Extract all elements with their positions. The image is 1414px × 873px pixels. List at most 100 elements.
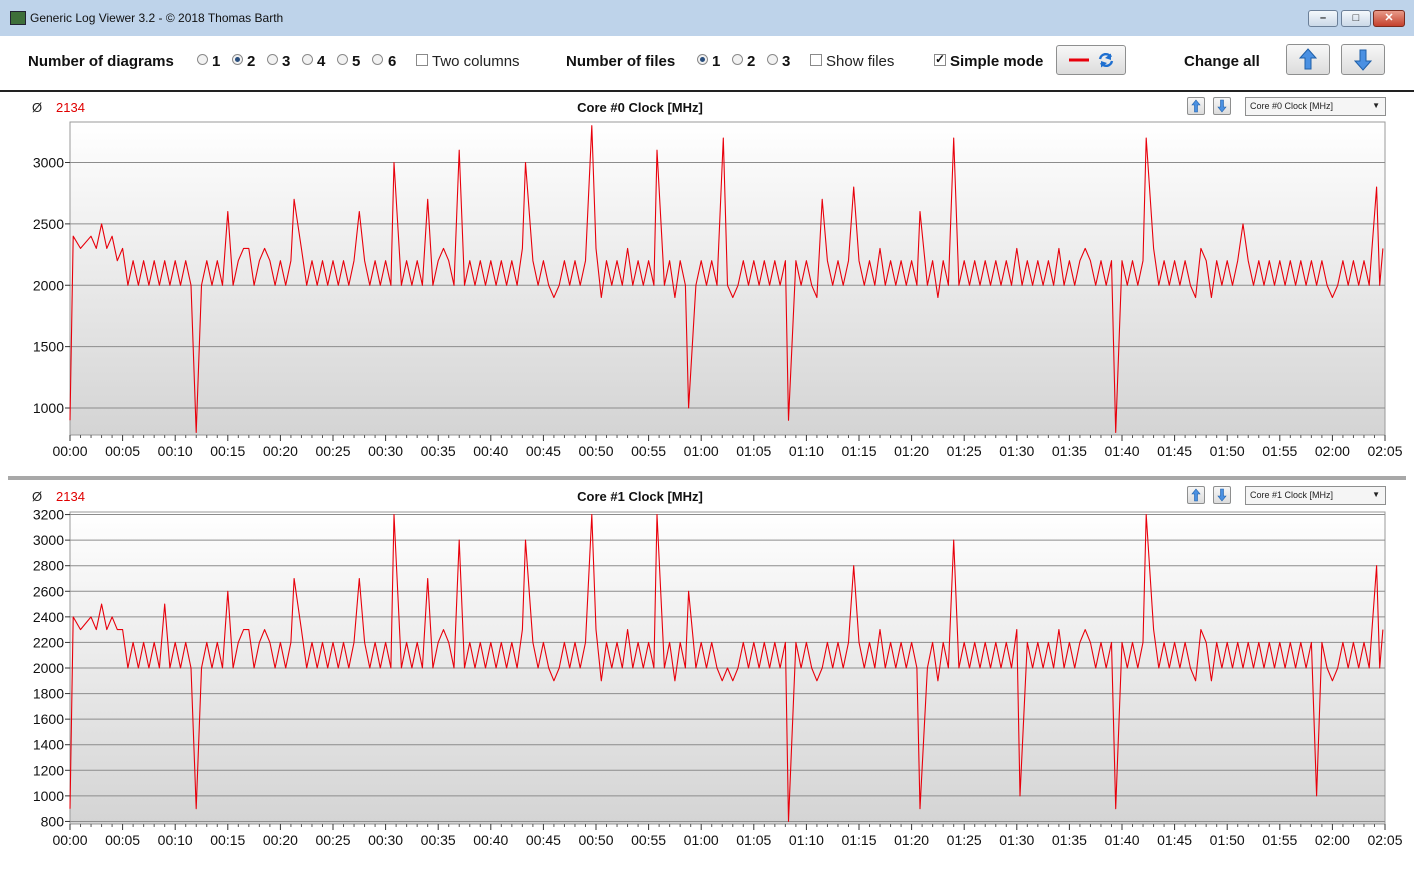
arrow-up-icon <box>1298 48 1318 70</box>
maximize-icon: □ <box>1352 12 1360 24</box>
simple-mode-label: Simple mode <box>950 53 1044 70</box>
move-up-all-button[interactable] <box>1286 44 1330 75</box>
diagrams-radio-3-label: 3 <box>282 53 291 70</box>
x-tick-label: 00:20 <box>263 443 298 459</box>
x-tick-label: 00:15 <box>210 832 245 848</box>
app-icon <box>10 11 26 25</box>
change-all-label: Change all <box>1184 53 1260 70</box>
x-tick-label: 01:30 <box>999 443 1034 459</box>
x-tick-label: 00:25 <box>315 443 350 459</box>
files-radio-2[interactable] <box>732 54 743 65</box>
x-tick-label: 01:30 <box>999 832 1034 848</box>
x-tick-label: 01:20 <box>894 832 929 848</box>
x-tick-label: 01:45 <box>1157 832 1192 848</box>
y-tick-label: 1500 <box>33 339 64 355</box>
x-tick-label: 00:40 <box>473 832 508 848</box>
files-radio-2-label: 2 <box>747 53 756 70</box>
diagrams-radio-5[interactable] <box>337 54 348 65</box>
files-radio-3[interactable] <box>767 54 778 65</box>
y-tick-label: 2000 <box>33 660 64 676</box>
x-tick-label: 00:50 <box>578 832 613 848</box>
simple-mode-checkbox[interactable] <box>934 52 946 66</box>
x-tick-label: 01:50 <box>1210 832 1245 848</box>
x-tick-label: 00:05 <box>105 832 140 848</box>
diagrams-radio-1-label: 1 <box>212 53 221 70</box>
y-tick-label: 1200 <box>33 762 64 778</box>
core1-chart: 800 1000 1200 1400 1600 1800 2000 2200 2400 2600 2… <box>33 507 1403 848</box>
y-tick-label: 2200 <box>33 634 64 650</box>
maximize-button[interactable]: □ <box>1341 10 1371 27</box>
minimize-icon: – <box>1319 12 1327 24</box>
x-tick-label: 00:30 <box>368 832 403 848</box>
title-bar: Generic Log Viewer 3.2 - © 2018 Thomas B… <box>0 0 1414 37</box>
x-tick-label: 01:35 <box>1052 832 1087 848</box>
diagrams-radio-3[interactable] <box>267 54 278 65</box>
diagrams-radio-6-label: 6 <box>388 53 397 70</box>
x-tick-label: 01:10 <box>789 443 824 459</box>
x-tick-label: 01:05 <box>736 832 771 848</box>
y-tick-label: 1000 <box>33 788 64 804</box>
y-tick-label: 2600 <box>33 583 64 599</box>
x-tick-label: 01:50 <box>1210 443 1245 459</box>
x-tick-label: 01:35 <box>1052 443 1087 459</box>
files-radio-1[interactable] <box>697 54 708 65</box>
x-tick-label: 00:55 <box>631 443 666 459</box>
x-tick-label: 01:15 <box>841 832 876 848</box>
diagrams-radio-4[interactable] <box>302 54 313 65</box>
x-tick-label: 01:55 <box>1262 832 1297 848</box>
y-tick-label: 3000 <box>33 155 64 171</box>
x-tick-label: 01:25 <box>947 832 982 848</box>
x-tick-label: 00:45 <box>526 443 561 459</box>
x-tick-label: 00:10 <box>158 832 193 848</box>
x-tick-label: 00:05 <box>105 443 140 459</box>
diagrams-radio-5-label: 5 <box>352 53 361 70</box>
window-title: Generic Log Viewer 3.2 - © 2018 Thomas B… <box>30 11 284 25</box>
x-tick-label: 00:35 <box>421 443 456 459</box>
minimize-button[interactable]: – <box>1308 10 1338 27</box>
y-tick-label: 2000 <box>33 277 64 293</box>
diagrams-radio-1[interactable] <box>197 54 208 65</box>
x-tick-label: 00:30 <box>368 443 403 459</box>
y-tick-label: 1400 <box>33 737 64 753</box>
y-tick-label: 3000 <box>33 532 64 548</box>
files-radio-3-label: 3 <box>782 53 791 70</box>
diagrams-radio-2-label: 2 <box>247 53 256 70</box>
x-tick-label: 00:25 <box>315 832 350 848</box>
x-tick-label: 01:00 <box>684 443 719 459</box>
x-tick-label: 01:40 <box>1104 832 1139 848</box>
x-tick-label: 01:45 <box>1157 443 1192 459</box>
y-tick-label: 1800 <box>33 686 64 702</box>
x-tick-label: 02:00 <box>1315 832 1350 848</box>
number-of-diagrams-label: Number of diagrams <box>28 53 174 70</box>
x-tick-label: 01:15 <box>841 443 876 459</box>
diagrams-radio-6[interactable] <box>372 54 383 65</box>
toolbar: Number of diagrams 1 2 3 4 5 6 Two colum… <box>0 36 1414 90</box>
two-columns-checkbox[interactable] <box>416 54 428 66</box>
y-tick-label: 2500 <box>33 216 64 232</box>
x-tick-label: 02:05 <box>1367 832 1402 848</box>
show-files-checkbox[interactable] <box>810 54 822 66</box>
x-tick-label: 00:35 <box>421 832 456 848</box>
x-tick-label: 02:00 <box>1315 443 1350 459</box>
x-tick-label: 01:00 <box>684 832 719 848</box>
x-tick-label: 00:20 <box>263 832 298 848</box>
x-tick-label: 01:20 <box>894 443 929 459</box>
x-tick-label: 00:15 <box>210 443 245 459</box>
diagrams-radio-2[interactable] <box>232 54 243 65</box>
x-tick-label: 00:55 <box>631 832 666 848</box>
x-tick-label: 01:40 <box>1104 443 1139 459</box>
diagrams-radio-4-label: 4 <box>317 53 326 70</box>
x-tick-label: 00:00 <box>52 832 87 848</box>
close-button[interactable]: ✕ <box>1373 10 1405 27</box>
show-files-label: Show files <box>826 53 895 70</box>
y-tick-label: 800 <box>41 813 65 829</box>
line-style-button[interactable] <box>1056 45 1126 75</box>
y-tick-label: 2400 <box>33 609 64 625</box>
files-radio-1-label: 1 <box>712 53 721 70</box>
close-icon: ✕ <box>1384 12 1394 24</box>
number-of-files-label: Number of files <box>566 53 676 70</box>
x-tick-label: 02:05 <box>1367 443 1402 459</box>
x-tick-label: 01:25 <box>947 443 982 459</box>
x-tick-label: 00:10 <box>158 443 193 459</box>
move-down-all-button[interactable] <box>1341 44 1385 75</box>
